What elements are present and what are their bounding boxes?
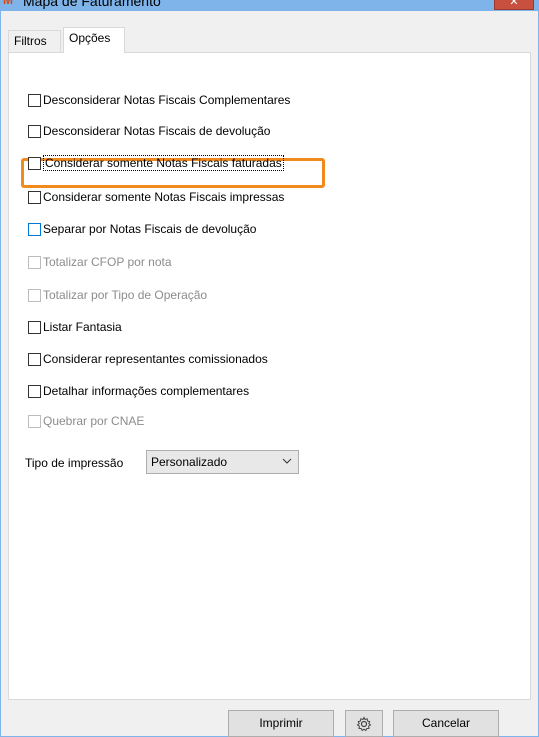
tab-opcoes[interactable]: Opções bbox=[63, 27, 125, 53]
tipo-impressao-select[interactable]: Personalizado bbox=[146, 450, 299, 474]
checkbox[interactable] bbox=[28, 222, 41, 236]
cancelar-button[interactable]: Cancelar bbox=[393, 710, 499, 737]
cancelar-label: Cancelar bbox=[421, 716, 471, 730]
options-panel bbox=[8, 52, 531, 700]
option-quebrar-cnae: Quebrar por CNAE bbox=[28, 413, 144, 429]
settings-button[interactable] bbox=[345, 710, 383, 737]
imprimir-label: Imprimir bbox=[259, 716, 303, 730]
checkbox bbox=[28, 414, 41, 428]
option-totalizar-tipo-operacao: Totalizar por Tipo de Operação bbox=[28, 287, 207, 303]
checkbox bbox=[28, 255, 41, 269]
title-bar: M Mapa de Faturamento ✕ bbox=[0, 0, 539, 11]
checkbox[interactable] bbox=[28, 352, 41, 366]
option-representantes-comissionados[interactable]: Considerar representantes comissionados bbox=[28, 351, 268, 367]
option-desconsiderar-complementares[interactable]: Desconsiderar Notas Fiscais Complementar… bbox=[28, 92, 290, 108]
chevron-down-icon bbox=[282, 458, 292, 464]
tipo-impressao-label: Tipo de impressão bbox=[25, 456, 124, 470]
checkbox[interactable] bbox=[28, 124, 41, 138]
option-desconsiderar-devolucao[interactable]: Desconsiderar Notas Fiscais de devolução bbox=[28, 123, 270, 139]
checkbox[interactable] bbox=[28, 93, 41, 107]
gear-icon bbox=[356, 716, 372, 732]
app-icon: M bbox=[3, 0, 13, 7]
checkbox[interactable] bbox=[28, 384, 41, 398]
tipo-impressao-value: Personalizado bbox=[151, 455, 228, 469]
option-somente-faturadas[interactable]: Considerar somente Notas Fiscais faturad… bbox=[28, 155, 284, 171]
checkbox bbox=[28, 288, 41, 302]
option-separar-devolucao[interactable]: Separar por Notas Fiscais de devolução bbox=[28, 221, 256, 237]
option-somente-impressas[interactable]: Considerar somente Notas Fiscais impress… bbox=[28, 189, 284, 205]
checkbox[interactable] bbox=[28, 156, 41, 170]
option-totalizar-cfop: Totalizar CFOP por nota bbox=[28, 254, 172, 270]
checkbox[interactable] bbox=[28, 190, 41, 204]
option-listar-fantasia[interactable]: Listar Fantasia bbox=[28, 319, 122, 335]
checkbox[interactable] bbox=[28, 320, 41, 334]
window-title: Mapa de Faturamento bbox=[23, 0, 161, 9]
close-button[interactable]: ✕ bbox=[494, 0, 534, 10]
imprimir-button[interactable]: Imprimir bbox=[228, 710, 334, 737]
option-detalhar-informacoes[interactable]: Detalhar informações complementares bbox=[28, 383, 249, 399]
window-client-area: Filtros Opções Desconsiderar Notas Fisca… bbox=[0, 11, 539, 737]
tab-filtros[interactable]: Filtros bbox=[8, 30, 61, 52]
